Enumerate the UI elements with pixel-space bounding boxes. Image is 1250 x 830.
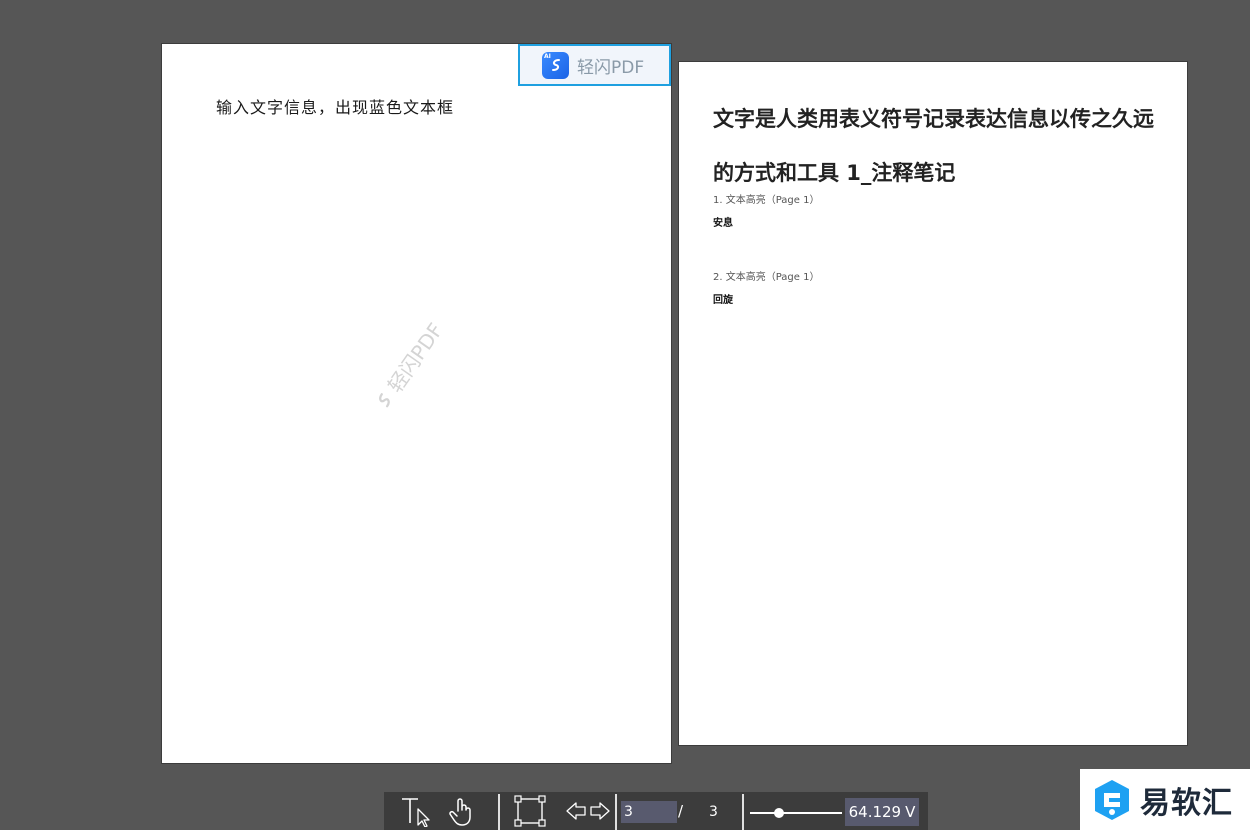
watermark-text: 轻闪PDF	[382, 318, 448, 398]
note-heading: 2. 文本高亮（Page 1）	[713, 272, 820, 283]
brand-ai-tag: AI	[544, 52, 551, 60]
site-name: 易软汇	[1140, 785, 1233, 821]
brand-badge: AI 轻闪PDF	[518, 44, 671, 86]
zoom-slider-thumb[interactable]	[774, 808, 784, 818]
page-number-input[interactable]	[621, 801, 677, 823]
document-title: 文字是人类用表义符号记录表达信息以传之久远的方式和工具 1_注释笔记	[713, 107, 1154, 185]
brand-logo-icon: AI	[542, 51, 569, 79]
zoom-select[interactable]: 64.129 V	[845, 798, 919, 826]
note-content: 回旋	[713, 295, 733, 306]
watermark-logo-icon	[378, 392, 390, 408]
toolbar-separator	[498, 794, 500, 830]
total-pages: 3	[709, 804, 718, 820]
viewer-toolbar: / 3 64.129 V	[384, 792, 928, 830]
fit-page-icon[interactable]	[512, 792, 548, 830]
next-page-icon[interactable]	[588, 792, 612, 830]
text-select-icon[interactable]	[396, 792, 436, 830]
brand-name: 轻闪PDF	[577, 57, 645, 78]
toolbar-separator	[615, 794, 617, 830]
site-logo-icon	[1095, 779, 1129, 820]
chevron-down-icon: V	[905, 803, 916, 821]
site-logo: 易软汇	[1080, 769, 1250, 830]
zoom-value: 64.129	[848, 803, 902, 821]
pdf-page-left: 输入文字信息，出现蓝色文本框 AI 轻闪PDF 轻闪PDF	[161, 43, 672, 764]
note-content: 安息	[713, 218, 733, 229]
watermark: 轻闪PDF	[367, 316, 449, 415]
page-body-text[interactable]: 输入文字信息，出现蓝色文本框	[216, 94, 454, 118]
page-separator: /	[678, 802, 684, 820]
note-heading: 1. 文本高亮（Page 1）	[713, 195, 820, 206]
hand-icon[interactable]	[444, 792, 480, 830]
toolbar-separator	[742, 794, 744, 830]
prev-page-icon[interactable]	[564, 792, 588, 830]
zoom-slider-track[interactable]	[750, 812, 842, 814]
pdf-page-right: 文字是人类用表义符号记录表达信息以传之久远的方式和工具 1_注释笔记 1. 文本…	[678, 61, 1188, 746]
